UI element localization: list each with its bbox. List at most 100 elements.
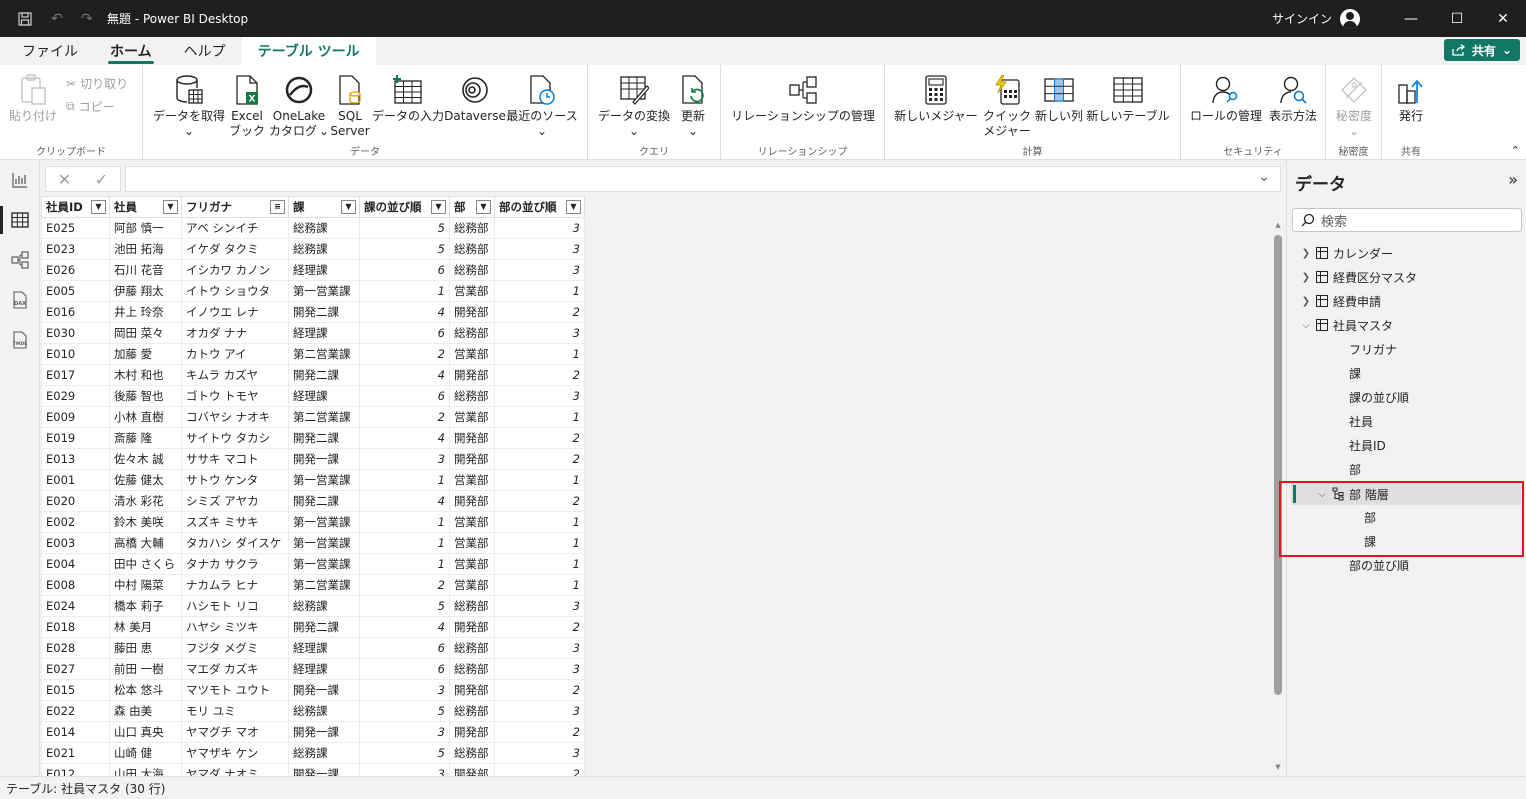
model-view-icon[interactable] [0,240,40,280]
col-department-cell[interactable]: 総務部 [449,385,495,407]
col-employee-cell[interactable]: 小林 直樹 [109,406,182,428]
col-furigana-cell[interactable]: イケダ タクミ [181,238,289,260]
col-employee-cell[interactable]: 佐々木 誠 [109,448,182,470]
col-section-order-cell[interactable]: 5 [359,238,450,260]
col-employee-id-cell[interactable]: E004 [41,553,110,575]
col-department-order-cell[interactable]: 2 [494,616,585,638]
col-employee-id-cell[interactable]: E027 [41,658,110,680]
col-section-cell[interactable]: 第二営業課 [288,406,360,428]
col-department-cell[interactable]: 営業部 [449,511,495,533]
col-employee-id-cell[interactable]: E022 [41,700,110,722]
col-furigana-cell[interactable]: イトウ ショウタ [181,280,289,302]
col-department-cell[interactable]: 開発部 [449,721,495,743]
table-row[interactable]: E022 森 由美 モリ ユミ 総務課 5 総務部 3 [41,700,585,722]
col-employee-id-cell[interactable]: E029 [41,385,110,407]
col-section-order-header[interactable]: 課の並び順 ▼ [359,196,450,218]
col-department-order-cell[interactable]: 3 [494,217,585,239]
new-column-button[interactable]: 新しい列 [1033,73,1085,124]
table-row[interactable]: E023 池田 拓海 イケダ タクミ 総務課 5 総務部 3 [41,238,585,260]
scrollbar-thumb[interactable] [1274,235,1282,695]
col-section-cell[interactable]: 総務課 [288,238,360,260]
col-employee-cell[interactable]: 加藤 愛 [109,343,182,365]
col-furigana-cell[interactable]: サトウ ケンタ [181,469,289,491]
col-section-cell[interactable]: 開発一課 [288,679,360,701]
table-row[interactable]: E016 井上 玲奈 イノウエ レナ 開発二課 4 開発部 2 [41,301,585,323]
manage-roles-button[interactable]: ロールの管理 [1189,73,1263,124]
col-section-cell[interactable]: 第一営業課 [288,511,360,533]
table-row[interactable]: E015 松本 悠斗 マツモト ユウト 開発一課 3 開発部 2 [41,679,585,701]
col-furigana-cell[interactable]: マツモト ユウト [181,679,289,701]
table-row[interactable]: E019 斎藤 隆サイトウ タカシ 開発二課 4 開発部 2 [41,427,585,449]
col-department-order-cell[interactable]: 1 [494,574,585,596]
chevron-right-icon[interactable]: ❯ [1301,296,1311,307]
col-section-order-cell[interactable]: 3 [359,763,450,776]
scroll-up-icon[interactable]: ▲ [1273,221,1283,231]
col-employee-cell[interactable]: 井上 玲奈 [109,301,182,323]
col-furigana-cell[interactable]: キムラ カズヤ [181,364,289,386]
col-employee-id-cell[interactable]: E030 [41,322,110,344]
tab-home[interactable]: ホーム [94,37,168,65]
col-employee-id-cell[interactable]: E017 [41,364,110,386]
col-employee-cell[interactable]: 清水 彩花 [109,490,182,512]
sensitivity-button[interactable]: 秘密度 ⌄ [1332,73,1376,139]
col-department-cell[interactable]: 総務部 [449,322,495,344]
save-icon[interactable] [15,9,35,29]
table-row[interactable]: E005 伊藤 翔太 イトウ ショウタ 第一営業課 1 営業部 1 [41,280,585,302]
col-department-cell[interactable]: 営業部 [449,532,495,554]
tree-table-expense-request[interactable]: ❯ 経費申請 [1301,290,1381,312]
col-department-cell[interactable]: 総務部 [449,259,495,281]
col-section-order-cell[interactable]: 5 [359,217,450,239]
col-department-order-cell[interactable]: 2 [494,721,585,743]
table-row[interactable]: E026 石川 花音 イシカワ カノン 経理課 6 総務部 3 [41,259,585,281]
col-section-order-cell[interactable]: 4 [359,301,450,323]
col-employee-id-header[interactable]: 社員ID ▼ [41,196,110,218]
col-section-cell[interactable]: 開発二課 [288,301,360,323]
tree-table-employee-master[interactable]: ⌵ 社員マスタ [1301,314,1393,336]
col-furigana-cell[interactable]: スズキ ミサキ [181,511,289,533]
table-row[interactable]: E001 佐藤 健太 サトウ ケンタ 第一営業課 1 営業部 1 [41,469,585,491]
col-section-cell[interactable]: 開発一課 [288,448,360,470]
chevron-right-icon[interactable]: ❯ [1301,272,1311,283]
dataverse-button[interactable]: Dataverse [444,73,506,124]
col-furigana-cell[interactable]: オカダ ナナ [181,322,289,344]
col-employee-id-cell[interactable]: E010 [41,343,110,365]
col-section-cell[interactable]: 経理課 [288,259,360,281]
maximize-button[interactable]: ☐ [1434,0,1480,37]
table-row[interactable]: E012 山田 大海 ヤマダ ナオミ 開発一課 3 開発部 2 [41,763,585,776]
col-employee-id-cell[interactable]: E002 [41,511,110,533]
col-employee-id-cell[interactable]: E021 [41,742,110,764]
col-employee-cell[interactable]: 山口 真央 [109,721,182,743]
col-department-cell[interactable]: 営業部 [449,406,495,428]
table-row[interactable]: E002 鈴木 美咲 スズキ ミサキ 第一営業課 1 営業部 1 [41,511,585,533]
col-employee-id-cell[interactable]: E018 [41,616,110,638]
col-section-order-cell[interactable]: 6 [359,322,450,344]
col-department-cell[interactable]: 開発部 [449,364,495,386]
tab-help[interactable]: ヘルプ [168,37,242,65]
sort-by-column-icon[interactable]: ≡ [270,200,285,214]
table-row[interactable]: E021 山崎 健ヤマザキ ケン 総務課 5 総務部 3 [41,742,585,764]
filter-dropdown-icon[interactable]: ▼ [163,200,178,214]
col-department-cell[interactable]: 開発部 [449,616,495,638]
scroll-down-icon[interactable]: ▼ [1273,763,1283,773]
col-section-cell[interactable]: 第二営業課 [288,343,360,365]
table-row[interactable]: E024 橋本 莉子 ハシモト リコ 総務課 5 総務部 3 [41,595,585,617]
col-section-order-cell[interactable]: 1 [359,553,450,575]
tab-file[interactable]: ファイル [6,37,94,65]
chevron-down-icon[interactable]: ⌵ [1301,320,1311,331]
col-section-order-cell[interactable]: 5 [359,700,450,722]
col-section-order-cell[interactable]: 1 [359,511,450,533]
col-employee-id-cell[interactable]: E023 [41,238,110,260]
col-department-order-cell[interactable]: 2 [494,364,585,386]
col-department-cell[interactable]: 営業部 [449,343,495,365]
field-department[interactable]: 部 [1349,458,1361,480]
col-section-order-cell[interactable]: 4 [359,364,450,386]
col-section-order-cell[interactable]: 5 [359,595,450,617]
col-employee-id-cell[interactable]: E001 [41,469,110,491]
chevron-right-icon[interactable]: ❯ [1301,248,1311,259]
col-department-cell[interactable]: 開発部 [449,427,495,449]
col-section-order-cell[interactable]: 4 [359,427,450,449]
col-department-order-cell[interactable]: 3 [494,658,585,680]
col-employee-cell[interactable]: 山田 大海 [109,763,182,776]
new-table-button[interactable]: 新しいテーブル [1085,73,1171,124]
col-employee-id-cell[interactable]: E003 [41,532,110,554]
